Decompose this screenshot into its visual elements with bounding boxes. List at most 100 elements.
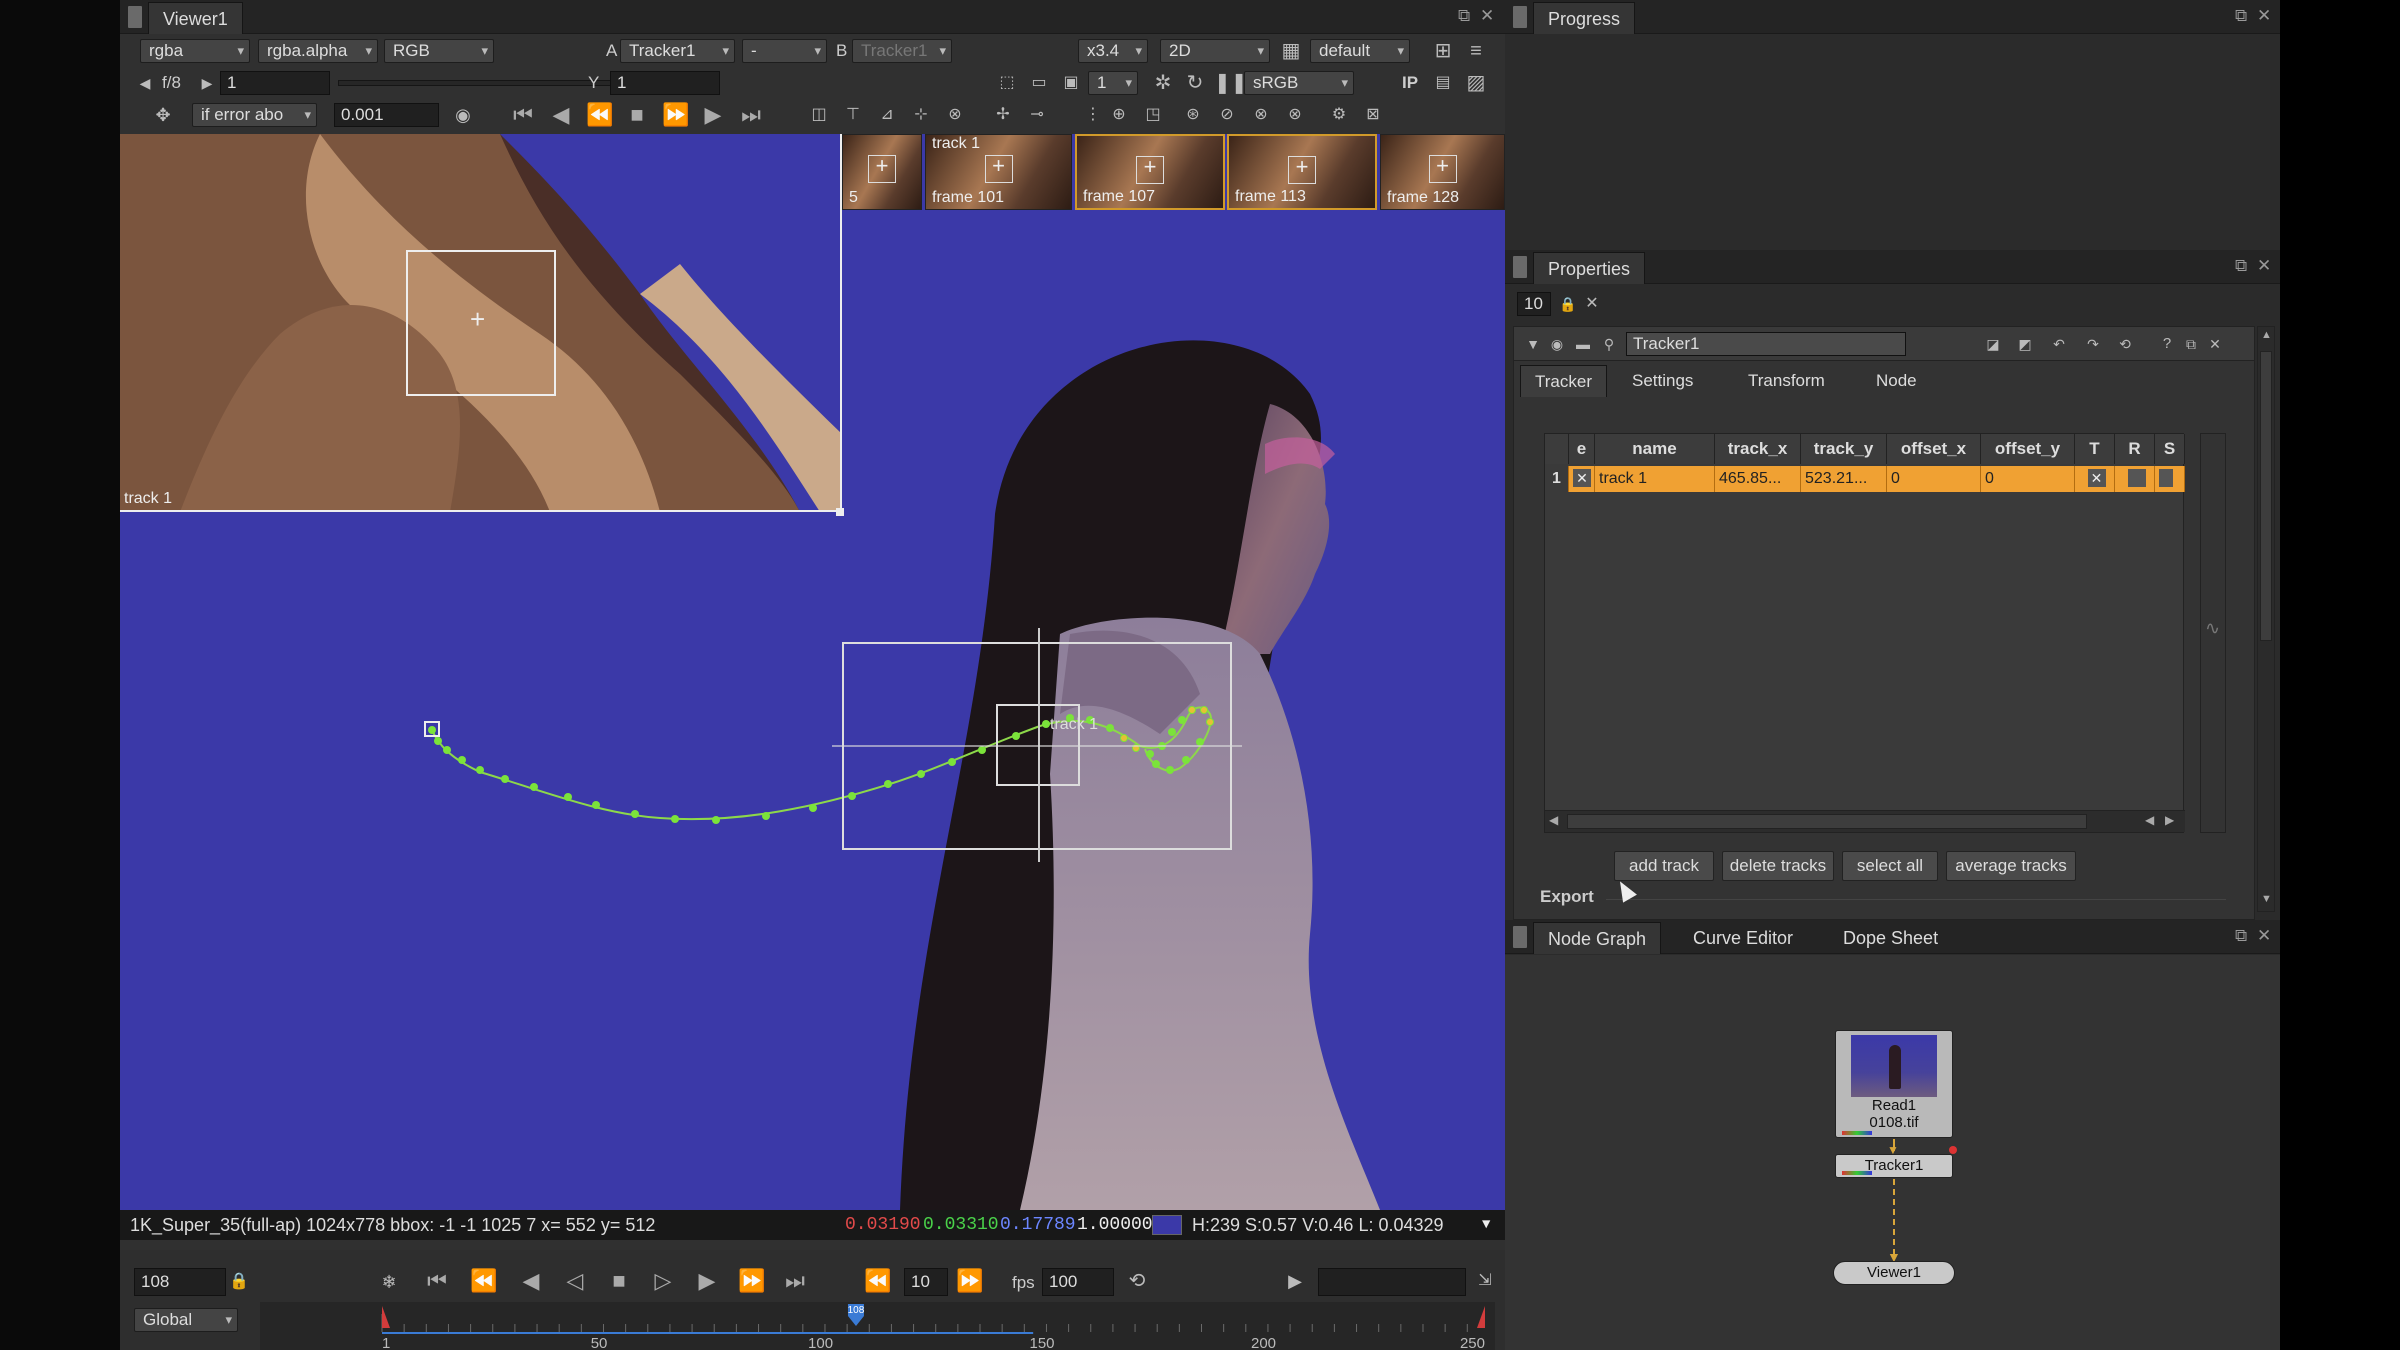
- stripes-icon[interactable]: ▨: [1463, 70, 1489, 96]
- row-enable-checkbox[interactable]: ✕: [1569, 466, 1595, 492]
- col-t[interactable]: T: [2075, 434, 2115, 464]
- fstop-label[interactable]: f/8: [162, 73, 181, 93]
- pause-icon[interactable]: ❚❚: [1214, 70, 1248, 96]
- info-dropdown-icon[interactable]: ▼: [1482, 1210, 1490, 1240]
- error-threshold-field[interactable]: 0.001: [334, 103, 439, 127]
- region-icon[interactable]: ⬚: [994, 70, 1020, 96]
- step-back-icon[interactable]: ⏪: [586, 102, 613, 128]
- lock-panels-icon[interactable]: 🔒: [1555, 291, 1581, 317]
- scroll-left-icon[interactable]: ◀: [1549, 813, 1558, 827]
- tab-dope-sheet[interactable]: Dope Sheet: [1829, 922, 1952, 954]
- panel-handle[interactable]: [1513, 256, 1527, 278]
- skip-forward-icon[interactable]: ⏩: [956, 1268, 983, 1294]
- row-offset-x[interactable]: 0: [1887, 466, 1981, 492]
- current-frame-field[interactable]: 108: [134, 1268, 226, 1296]
- keyframe-delete-icon[interactable]: ⊗: [942, 102, 968, 128]
- keyframe-thumb-3[interactable]: frame 113: [1227, 134, 1377, 210]
- color-icon[interactable]: ⚲: [1596, 331, 1622, 357]
- keyframe-thumb-2[interactable]: frame 107: [1075, 134, 1225, 210]
- select-all-button[interactable]: select all: [1842, 851, 1938, 881]
- row-offset-y[interactable]: 0: [1981, 466, 2075, 492]
- float-node-icon[interactable]: ⧉: [2178, 331, 2204, 357]
- play-forward-icon[interactable]: ▶: [694, 1268, 720, 1294]
- row-track-y[interactable]: 523.21...: [1801, 466, 1887, 492]
- colorspace-dropdown[interactable]: RGB: [384, 39, 494, 63]
- row-t-checkbox[interactable]: ✕: [2075, 466, 2115, 492]
- row-name[interactable]: track 1: [1595, 466, 1715, 492]
- track-to-start-icon[interactable]: ⏮: [510, 102, 536, 128]
- clear-panels-icon[interactable]: ✕: [1579, 291, 1605, 317]
- fstop-right-arrow-icon[interactable]: ▶: [194, 70, 220, 96]
- close-node-icon[interactable]: ✕: [2202, 331, 2228, 357]
- timeline-scale[interactable]: 1 50 100 150 200 250108: [260, 1302, 1495, 1350]
- revert-icon[interactable]: ⟲: [2112, 331, 2138, 357]
- keyframe-add-icon[interactable]: ⊤: [840, 102, 866, 128]
- col-track-x[interactable]: track_x: [1715, 434, 1801, 464]
- track-back-icon[interactable]: ◀: [548, 102, 574, 128]
- track-path[interactable]: [120, 134, 1505, 1210]
- dots-icon[interactable]: ⋮: [1080, 102, 1106, 128]
- loop-icon[interactable]: ⟲: [1124, 1268, 1150, 1294]
- float-icon[interactable]: ⧉: [1458, 6, 1470, 26]
- mask-input-dot[interactable]: [1949, 1146, 1957, 1154]
- keyframe-icon[interactable]: ◫: [806, 102, 832, 128]
- lut-icon[interactable]: ▦: [1278, 38, 1304, 64]
- frame-icon[interactable]: ◳: [1140, 102, 1166, 128]
- compare-op-dropdown[interactable]: -: [742, 39, 827, 63]
- timeline-search-field[interactable]: [1318, 1268, 1466, 1296]
- view-node-icon[interactable]: ◉: [1544, 331, 1570, 357]
- keyframe-thumb-1[interactable]: track 1 frame 101: [925, 134, 1072, 210]
- refresh-icon[interactable]: ↻: [1182, 70, 1208, 96]
- close-icon[interactable]: ✕: [1480, 6, 1494, 26]
- input-a-dropdown[interactable]: Tracker1: [620, 39, 735, 63]
- keyframe-thumb-0[interactable]: 5: [842, 134, 922, 210]
- table-row[interactable]: 1 ✕ track 1 465.85... 523.21... 0 0 ✕: [1545, 466, 2185, 492]
- export-section-label[interactable]: Export: [1540, 887, 1594, 907]
- play-backward-icon[interactable]: ◀: [518, 1268, 544, 1294]
- curve-icon[interactable]: ∿: [2205, 618, 2220, 639]
- close-track-icon[interactable]: ⊠: [1360, 102, 1386, 128]
- tab-curve-editor[interactable]: Curve Editor: [1679, 922, 1807, 954]
- scroll-down-icon[interactable]: ▼: [2261, 893, 2272, 905]
- tab-transform[interactable]: Transform: [1734, 365, 1839, 397]
- edit-icon-2[interactable]: ◩: [2012, 331, 2038, 357]
- col-e[interactable]: e: [1569, 434, 1595, 464]
- lut-preset-dropdown[interactable]: default: [1310, 39, 1410, 63]
- tracker-node[interactable]: Tracker1: [1835, 1154, 1953, 1178]
- input-process-button[interactable]: IP: [1402, 73, 1418, 93]
- tab-progress[interactable]: Progress: [1533, 2, 1636, 34]
- col-s[interactable]: S: [2155, 434, 2185, 464]
- flipbook-icon[interactable]: ▶: [1282, 1268, 1308, 1294]
- scroll-left-icon-2[interactable]: ◀: [2145, 813, 2154, 827]
- panel-handle[interactable]: [1513, 6, 1527, 28]
- close-icon[interactable]: ✕: [2257, 256, 2271, 276]
- hscroll-thumb[interactable]: [1567, 814, 2087, 829]
- next-keyframe-icon[interactable]: ⏩: [738, 1268, 765, 1294]
- delete-tracks-button[interactable]: delete tracks: [1722, 851, 1834, 881]
- keyframe-plus-icon[interactable]: ⊹: [908, 102, 934, 128]
- keyframe-thumb-4[interactable]: frame 128: [1380, 134, 1505, 210]
- lock-icon[interactable]: 🔒: [226, 1269, 252, 1295]
- close-icon[interactable]: ✕: [2257, 6, 2271, 26]
- prev-keyframe-icon[interactable]: ⏪: [470, 1268, 497, 1294]
- fps-field[interactable]: 100: [1042, 1268, 1114, 1296]
- tab-properties[interactable]: Properties: [1533, 252, 1646, 284]
- settings-track-icon[interactable]: ⚙: [1326, 102, 1352, 128]
- average-tracks-button[interactable]: average tracks: [1946, 851, 2076, 881]
- tab-settings[interactable]: Settings: [1618, 365, 1707, 397]
- view-mode-dropdown[interactable]: 2D: [1160, 39, 1270, 63]
- row-track-x[interactable]: 465.85...: [1715, 466, 1801, 492]
- viewer-canvas[interactable]: + track 1 track 1: [120, 134, 1505, 1210]
- scroll-up-icon[interactable]: ▲: [2261, 329, 2272, 341]
- eye-icon[interactable]: ◉: [450, 102, 476, 128]
- col-name[interactable]: name: [1595, 434, 1715, 464]
- gain-field[interactable]: 1: [220, 71, 330, 95]
- properties-scrollbar[interactable]: ▲ ▼: [2257, 326, 2275, 912]
- timeline-bg[interactable]: [260, 1302, 1495, 1350]
- panel-handle[interactable]: [1513, 926, 1527, 948]
- clear-fwd-icon[interactable]: ⊗: [1248, 102, 1274, 128]
- zoom-dropdown[interactable]: x3.4: [1078, 39, 1148, 63]
- tab-node-graph[interactable]: Node Graph: [1533, 922, 1662, 954]
- add-track-icon[interactable]: ✥: [150, 102, 176, 128]
- edit-icon-1[interactable]: ◪: [1980, 331, 2006, 357]
